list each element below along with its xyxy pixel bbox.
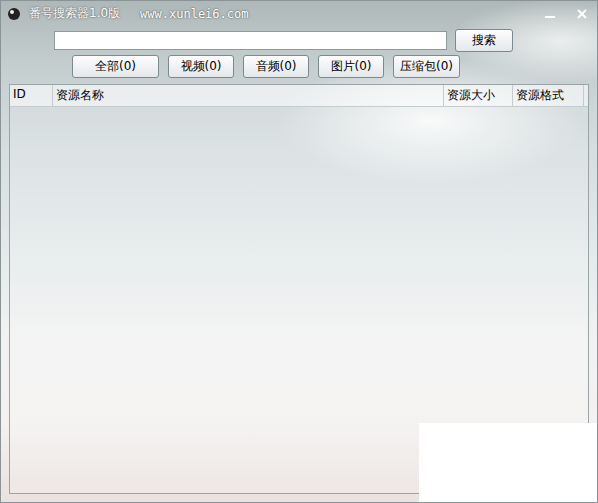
table-header: ID资源名称资源大小资源格式 [10, 85, 588, 107]
blank-patch [419, 423, 598, 503]
filter-button[interactable]: 音频(0) [243, 55, 309, 78]
search-button[interactable]: 搜索 [455, 29, 513, 52]
minimize-icon[interactable] [543, 7, 557, 21]
filter-button[interactable]: 视频(0) [168, 55, 234, 78]
filter-button[interactable]: 全部(0) [72, 55, 159, 78]
title-bar: 番号搜索器1.0版 www.xunlei6.com [1, 1, 597, 23]
column-header[interactable]: 资源名称 [53, 85, 444, 106]
search-row: 搜索 [1, 23, 597, 52]
column-header[interactable]: ID [10, 85, 53, 106]
filter-button[interactable]: 压缩包(0) [393, 55, 460, 78]
close-icon[interactable] [575, 7, 589, 21]
column-header[interactable]: 资源大小 [444, 85, 513, 106]
window-title: 番号搜索器1.0版 [29, 5, 120, 22]
search-input[interactable] [54, 31, 447, 50]
site-url: www.xunlei6.com [140, 7, 248, 21]
filter-bar: 全部(0) 视频(0) 音频(0) 图片(0) 压缩包(0) [1, 52, 597, 78]
filter-button[interactable]: 图片(0) [318, 55, 384, 78]
column-header[interactable]: 资源格式 [513, 85, 584, 106]
app-logo-icon [7, 7, 21, 21]
app-window: 番号搜索器1.0版 www.xunlei6.com 搜索 全部(0) 视频(0) 音… [0, 0, 598, 503]
